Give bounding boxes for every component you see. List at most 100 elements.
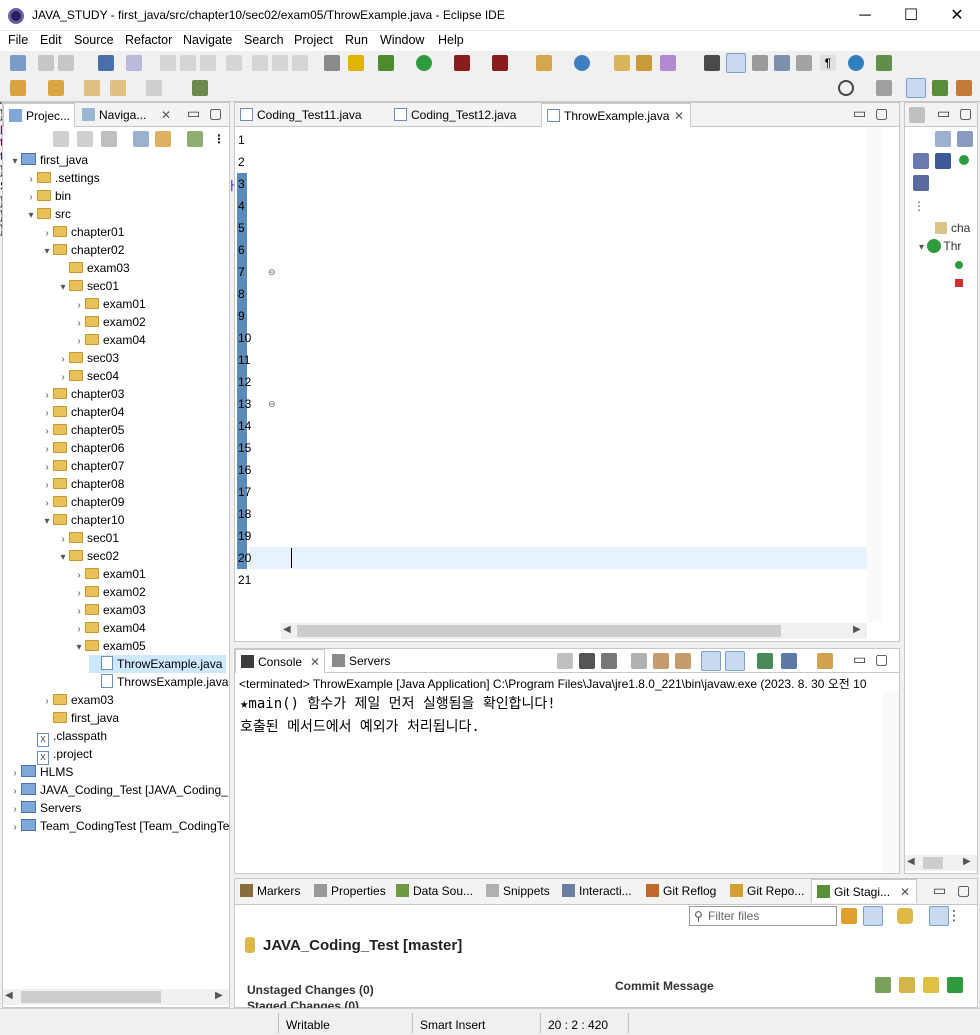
tree-item[interactable]: ▾ exam05 <box>73 637 145 657</box>
tree-item[interactable]: › Team_CodingTest [Team_CodingTe <box>9 817 229 835</box>
hide-static-icon[interactable] <box>935 153 951 169</box>
search-tool-icon[interactable] <box>660 55 676 71</box>
annotation-icon[interactable] <box>704 55 720 71</box>
private-method-icon[interactable] <box>955 279 963 287</box>
tree-item[interactable]: › exam02 <box>73 583 145 601</box>
amend-icon[interactable] <box>899 977 915 993</box>
maximize-view-icon[interactable]: ▢ <box>209 105 222 122</box>
menu-navigate[interactable]: Navigate <box>183 33 232 47</box>
tree-item[interactable]: › exam03 <box>73 601 145 619</box>
hide-local-types-icon[interactable] <box>913 175 929 191</box>
tree-item[interactable]: › chapter08 <box>41 475 124 493</box>
sign-commit-icon[interactable] <box>923 977 939 993</box>
public-method-icon[interactable] <box>955 261 963 269</box>
debug-icon[interactable] <box>378 55 394 71</box>
tab-throw-example[interactable]: ThrowExample.java ✕ <box>541 103 691 127</box>
tree-item[interactable]: ▾ chapter10 <box>41 511 124 529</box>
open-type-icon[interactable] <box>614 55 630 71</box>
tab-markers[interactable]: Markers <box>235 879 307 903</box>
tree-item[interactable]: ▾ src <box>25 205 71 223</box>
menu-source[interactable]: Source <box>74 33 114 47</box>
link-editor-icon[interactable] <box>155 131 171 147</box>
open-task-icon[interactable] <box>636 55 652 71</box>
tab-interactive[interactable]: Interacti... <box>557 879 637 903</box>
tree-item[interactable]: ▾ first_java <box>9 151 88 169</box>
left-horizontal-scrollbar[interactable]: ◀ ▶ <box>3 989 229 1005</box>
tree-item[interactable]: › bin <box>25 187 71 205</box>
open-console-icon[interactable] <box>817 653 833 669</box>
pin-console-icon[interactable] <box>757 653 773 669</box>
hide-fields-icon[interactable] <box>913 153 929 169</box>
view-menu-icon[interactable]: ⋮ <box>913 199 925 213</box>
close-tab-icon[interactable]: ✕ <box>161 103 171 127</box>
step-into-icon[interactable] <box>252 55 268 71</box>
tab-git-repositories[interactable]: Git Repo... <box>725 879 807 903</box>
tree-item[interactable]: › chapter01 <box>41 223 124 241</box>
unstaged-changes-header[interactable]: Unstaged Changes (0) <box>247 983 374 997</box>
block-select-icon[interactable] <box>796 55 812 71</box>
console-scrollbar[interactable] <box>883 691 899 873</box>
editor-vertical-scrollbar[interactable] <box>867 127 883 623</box>
tab-git-reflog[interactable]: Git Reflog <box>641 879 723 903</box>
suspend-icon[interactable] <box>180 55 196 71</box>
coverage-icon[interactable] <box>454 55 470 71</box>
step-over-icon[interactable] <box>272 55 288 71</box>
maximize-button[interactable]: ☐ <box>888 0 934 31</box>
terminate-console-icon[interactable] <box>557 653 573 669</box>
open-perspective-icon[interactable] <box>876 80 892 96</box>
menu-search[interactable]: Search <box>244 33 284 47</box>
new-java-package-icon[interactable] <box>536 55 552 71</box>
close-tab-icon[interactable]: ✕ <box>900 880 910 903</box>
tree-item[interactable]: › exam01 <box>73 565 145 583</box>
link-selection-icon[interactable] <box>863 906 883 926</box>
web-browser-icon[interactable] <box>848 55 864 71</box>
remove-launch-icon[interactable] <box>579 653 595 669</box>
back-nav-icon[interactable] <box>53 131 69 147</box>
tree-item[interactable]: › chapter07 <box>41 457 124 475</box>
tree-item[interactable]: X .classpath <box>25 727 107 747</box>
outline-package[interactable]: cha <box>935 221 970 235</box>
toggle-block-icon[interactable] <box>324 55 340 71</box>
expanded-arrow-icon[interactable]: ▾ <box>57 279 69 297</box>
maximize-view-icon[interactable]: ▢ <box>875 651 888 668</box>
show-on-output-icon[interactable] <box>701 651 721 671</box>
scroll-left-icon[interactable]: ◀ <box>5 990 13 1001</box>
minimize-editor-icon[interactable]: ▭ <box>853 105 866 122</box>
tree-item[interactable]: › exam02 <box>73 313 145 331</box>
tab-coding-test12[interactable]: Coding_Test12.java <box>389 103 539 127</box>
minimize-view-icon[interactable]: ▭ <box>937 105 950 122</box>
maximize-view-icon[interactable]: ▢ <box>957 882 970 899</box>
scroll-left-icon[interactable]: ◀ <box>907 856 915 867</box>
scroll-right-icon[interactable]: ▶ <box>853 624 861 635</box>
right-horizontal-scrollbar[interactable]: ◀ ▶ <box>905 855 977 871</box>
editor-horizontal-scrollbar[interactable]: ◀ ▶ <box>281 623 867 639</box>
new-java-class-icon[interactable] <box>574 55 590 71</box>
scroll-lock-icon[interactable] <box>653 653 669 669</box>
close-button[interactable]: ✕ <box>934 0 980 31</box>
highlight-icon[interactable] <box>726 53 746 73</box>
expanded-arrow-icon[interactable]: ▾ <box>9 153 21 171</box>
last-edit-icon[interactable] <box>84 80 100 96</box>
expanded-arrow-icon[interactable]: ▾ <box>73 639 85 657</box>
menu-edit[interactable]: Edit <box>40 33 62 47</box>
remove-all-icon[interactable] <box>601 653 617 669</box>
git-icon[interactable] <box>876 55 892 71</box>
outline-class[interactable]: ▾ Thr <box>919 239 961 253</box>
menu-refactor[interactable]: Refactor <box>125 33 172 47</box>
tree-item[interactable]: › chapter09 <box>41 493 124 511</box>
back-icon[interactable] <box>110 80 126 96</box>
fold-icon[interactable]: ⊖ <box>268 267 276 278</box>
save-all-icon[interactable] <box>58 55 74 71</box>
expanded-arrow-icon[interactable]: ▾ <box>41 513 53 531</box>
mark-occurrences-icon[interactable] <box>348 55 364 71</box>
signed-off-icon[interactable] <box>875 977 891 993</box>
scroll-right-icon[interactable]: ▶ <box>215 990 223 1001</box>
debug-perspective-icon[interactable] <box>932 80 948 96</box>
maximize-view-icon[interactable]: ▢ <box>959 105 972 122</box>
view-menu-icon[interactable]: ⋮ <box>947 907 961 924</box>
git-perspective-icon[interactable] <box>956 80 972 96</box>
tree-item[interactable]: › sec03 <box>57 349 119 367</box>
pilcrow-icon[interactable]: ¶ <box>820 55 836 71</box>
tab-data-source[interactable]: Data Sou... <box>391 879 477 903</box>
minimize-button[interactable]: ─ <box>842 0 888 31</box>
